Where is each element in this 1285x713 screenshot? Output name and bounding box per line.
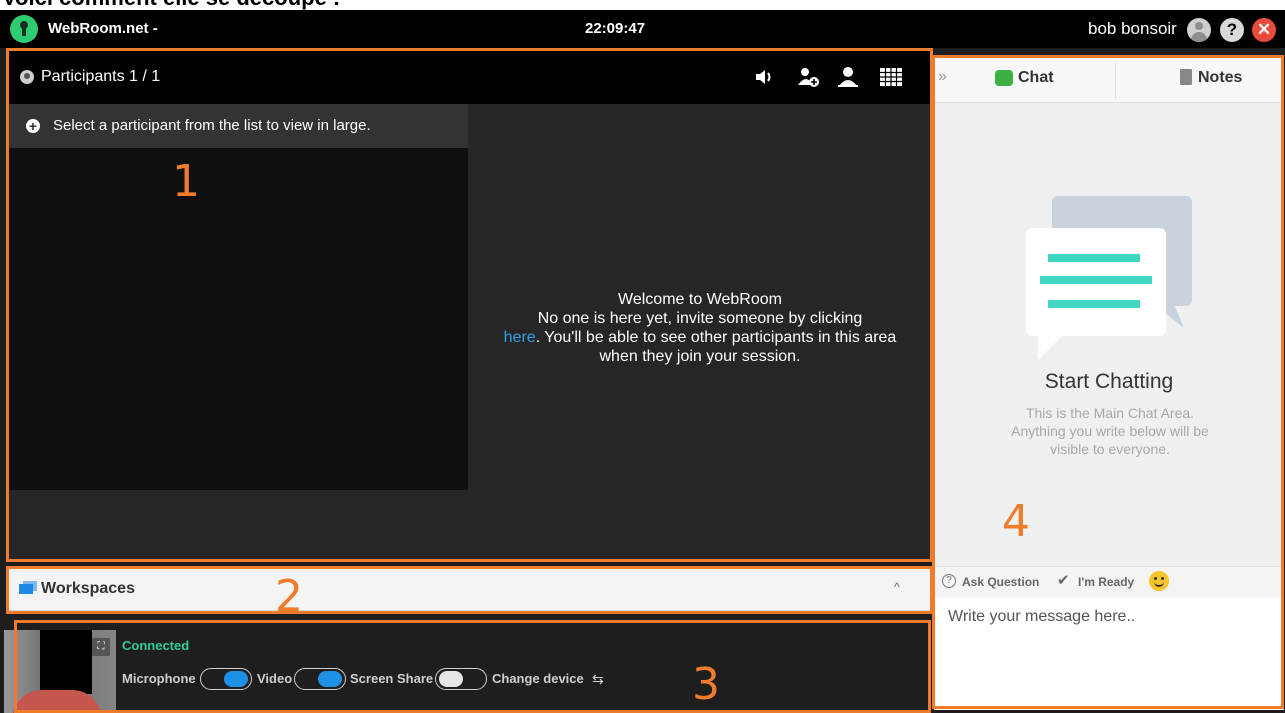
participant-icon — [20, 70, 34, 84]
workspaces-icon — [19, 581, 37, 594]
welcome-continue-text: . You'll be able to see other participan… — [535, 329, 897, 365]
microphone-label: Microphone — [122, 671, 196, 686]
workspaces-bar[interactable]: Workspaces ^ — [8, 567, 931, 611]
select-hint: Select a participant from the list to vi… — [53, 117, 371, 134]
help-button[interactable]: ? — [1220, 18, 1244, 42]
connection-status: Connected — [122, 638, 190, 653]
annotation-number-1: 1 — [172, 156, 200, 207]
annotation-number-4: 4 — [1002, 496, 1030, 547]
change-device-label[interactable]: Change device — [492, 671, 584, 686]
keyhole-logo-icon — [10, 15, 38, 43]
tab-chat[interactable]: Chat — [1018, 69, 1054, 87]
ask-question-button[interactable]: Ask Question — [962, 575, 1039, 589]
tab-notes[interactable]: Notes — [1198, 69, 1242, 87]
add-participant-icon[interactable] — [796, 66, 820, 88]
expand-icon[interactable]: ⛶ — [92, 638, 110, 656]
question-icon[interactable]: ? — [942, 574, 956, 588]
start-chatting-subtitle: This is the Main Chat Area. Anything you… — [1011, 405, 1209, 457]
chat-bubble-icon — [995, 70, 1013, 86]
welcome-heading: Welcome to WebRoom — [618, 291, 782, 308]
notes-icon — [1180, 69, 1192, 85]
swap-device-icon[interactable]: ⇆ — [592, 671, 604, 688]
video-label: Video — [257, 671, 293, 686]
large-video-area[interactable] — [8, 148, 468, 490]
check-icon[interactable]: ✔ — [1057, 571, 1070, 589]
webroom-screen: { "caption": "Voici comment elle se déco… — [0, 0, 1285, 713]
microphone-toggle[interactable] — [200, 668, 252, 690]
welcome-body: here. You'll be able to see other partic… — [490, 328, 910, 366]
emoji-icon[interactable] — [1149, 571, 1169, 591]
participants-title: Participants 1 / 1 — [41, 68, 161, 85]
plus-circle-icon: + — [26, 119, 40, 133]
session-clock: 22:09:47 — [585, 20, 646, 37]
annotation-number-3: 3 — [692, 659, 720, 710]
participants-header: Participants 1 / 1 — [8, 50, 931, 104]
screen-share-toggle[interactable] — [435, 668, 487, 690]
message-input[interactable] — [934, 598, 1284, 710]
self-view-panel — [0, 620, 931, 713]
invite-link[interactable]: here — [504, 329, 536, 346]
username[interactable]: bob bonsoir — [1088, 10, 1177, 48]
tab-divider — [1115, 63, 1116, 99]
app-title: WebRoom.net - — [48, 20, 158, 37]
collapse-panel-icon[interactable]: » — [938, 68, 947, 86]
participant-list-icon[interactable] — [836, 66, 860, 88]
screen-share-label: Screen Share — [350, 671, 434, 686]
video-toggle[interactable] — [294, 668, 346, 690]
im-ready-button[interactable]: I'm Ready — [1078, 575, 1134, 589]
welcome-invite-text: No one is here yet, invite someone by cl… — [537, 310, 863, 327]
chat-illustration-icon — [1026, 196, 1192, 360]
top-bar: WebRoom.net - 22:09:47 bob bonsoir ? ✕ — [0, 10, 1285, 48]
page-caption: Voici comment elle se découpe : — [0, 0, 1285, 10]
welcome-message: Welcome to WebRoom No one is here yet, i… — [490, 290, 910, 366]
select-participant-bar: + Select a participant from the list to … — [8, 104, 468, 148]
speaker-icon[interactable] — [753, 66, 777, 88]
chevron-up-icon[interactable]: ^ — [894, 580, 900, 594]
close-button[interactable]: ✕ — [1252, 18, 1276, 42]
grid-view-icon[interactable] — [879, 66, 903, 88]
annotation-number-2: 2 — [275, 571, 303, 622]
start-chatting-title: Start Chatting — [1044, 370, 1174, 393]
user-avatar-icon[interactable] — [1187, 18, 1211, 42]
workspaces-title: Workspaces — [41, 580, 135, 597]
